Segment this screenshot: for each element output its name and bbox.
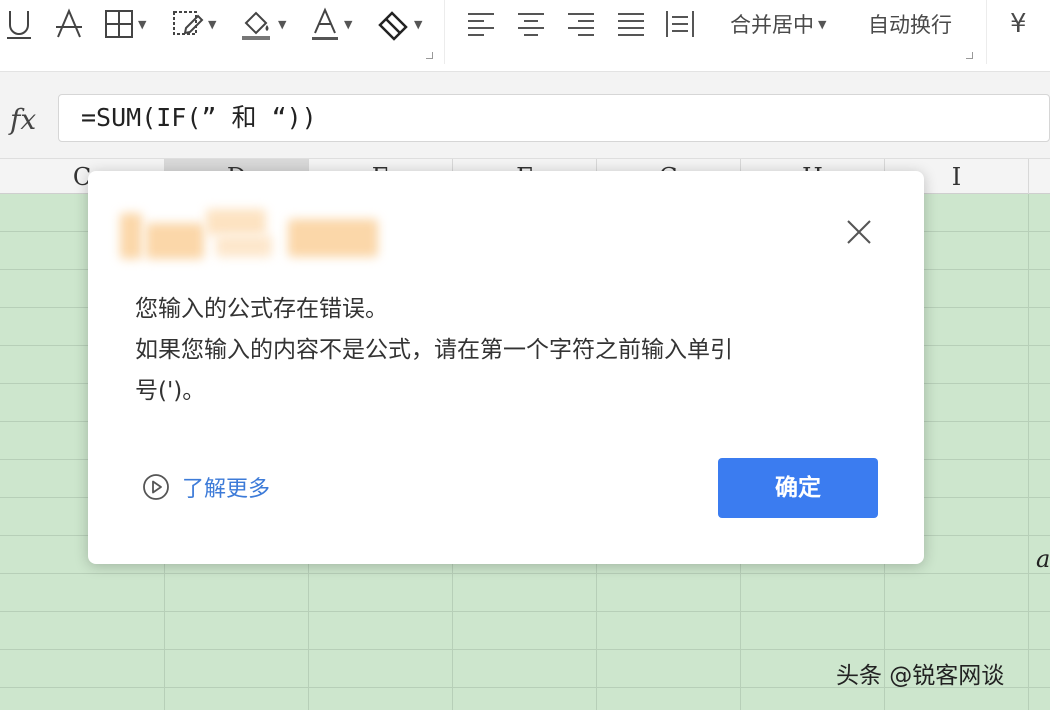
strikethrough-a-button[interactable]: [54, 4, 84, 44]
message-line: 您输入的公式存在错误。: [135, 296, 388, 322]
paint-bucket-icon: [242, 11, 270, 40]
close-button[interactable]: [844, 217, 874, 247]
formula-error-dialog: 您输入的公式存在错误。 如果您输入的内容不是公式，请在第一个字符之前输入单引 号…: [88, 171, 924, 564]
confirm-button[interactable]: 确定: [718, 458, 878, 518]
align-center-icon: [518, 13, 544, 36]
cell-style-button[interactable]: ▼: [172, 4, 216, 44]
align-left-icon: [468, 13, 494, 36]
justify-button[interactable]: [616, 4, 646, 44]
eraser-icon: [378, 11, 408, 41]
borders-button[interactable]: ▼: [104, 4, 146, 44]
distributed-align-icon: [666, 11, 694, 37]
formula-input[interactable]: =SUM(IF(” 和 “)): [58, 94, 1050, 142]
chevron-down-icon: ▼: [344, 17, 353, 31]
fill-color-button[interactable]: ▼: [240, 4, 286, 44]
dialog-title-redacted: [120, 209, 392, 263]
align-center-button[interactable]: [516, 4, 546, 44]
currency-format-button[interactable]: ¥: [1010, 4, 1027, 44]
group-expand-icon[interactable]: [426, 52, 433, 59]
group-expand-icon[interactable]: [966, 52, 973, 59]
merge-center-label: 合并居中: [730, 13, 814, 37]
align-right-button[interactable]: [566, 4, 596, 44]
play-circle-icon: [143, 474, 169, 500]
underline-icon: [7, 11, 31, 39]
underline-button[interactable]: [4, 4, 34, 44]
chevron-down-icon: ▼: [138, 17, 147, 31]
cell-text: a: [1036, 545, 1050, 573]
toolbar-separator: [444, 0, 445, 64]
font-color-icon: [312, 7, 338, 40]
font-color-button[interactable]: ▼: [310, 4, 352, 44]
toolbar-separator: [986, 0, 987, 64]
currency-icon: ¥: [1010, 9, 1027, 39]
ribbon-toolbar: ▼ ▼ ▼ ▼ ▼ 合并居中 ▼ 自动换行 ¥: [0, 0, 1050, 72]
cell-style-icon: [173, 11, 204, 35]
message-line: 如果您输入的内容不是公式，请在第一个字符之前输入单引: [135, 337, 733, 363]
close-icon: [847, 220, 871, 244]
merge-center-button[interactable]: 合并居中 ▼: [730, 4, 826, 44]
borders-icon: [105, 10, 133, 38]
distributed-align-button[interactable]: [664, 4, 696, 44]
align-left-button[interactable]: [466, 4, 496, 44]
chevron-down-icon: ▼: [414, 17, 423, 31]
learn-more-label: 了解更多: [182, 477, 271, 502]
justify-icon: [618, 13, 644, 36]
message-line: 号(')。: [135, 378, 206, 404]
learn-more-link[interactable]: 了解更多: [142, 470, 270, 504]
dialog-message: 您输入的公式存在错误。 如果您输入的内容不是公式，请在第一个字符之前输入单引 号…: [135, 289, 895, 412]
auto-wrap-button[interactable]: 自动换行: [868, 4, 952, 44]
fx-icon[interactable]: fx: [10, 100, 50, 140]
font-a-icon: [56, 8, 82, 38]
chevron-down-icon: ▼: [208, 17, 217, 31]
auto-wrap-label: 自动换行: [868, 13, 952, 37]
clear-button[interactable]: ▼: [376, 4, 422, 44]
watermark-text: 头条 @锐客网谈: [836, 663, 1005, 689]
align-right-icon: [568, 13, 594, 36]
chevron-down-icon: ▼: [278, 17, 287, 31]
spreadsheet-window: ▼ ▼ ▼ ▼ ▼ 合并居中 ▼ 自动换行 ¥ fx =SUM(IF(” 和 “…: [0, 0, 1050, 710]
chevron-down-icon: ▼: [818, 17, 827, 31]
